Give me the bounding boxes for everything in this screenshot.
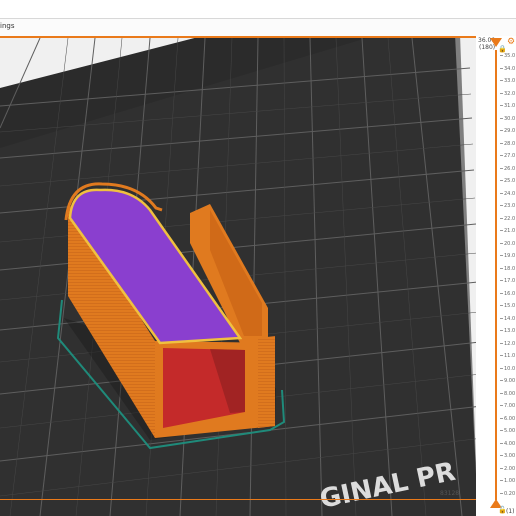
layer-tick-label: 5.00 xyxy=(500,429,515,434)
bottom-layer-number: (1) xyxy=(506,508,515,515)
layer-tick-label: 26.0 xyxy=(500,166,515,172)
layer-tick-label: 23.0 xyxy=(500,204,515,209)
layer-tick-label: 9.00 xyxy=(500,379,515,384)
layer-tick-label: 18.0 xyxy=(500,266,515,272)
vertical-layer-slider[interactable]: 36.00 (180) ⚙ 🔒 35.0 34.0 33.0 32.0 31.0 30.0… xyxy=(476,36,516,516)
layer-tick-label: 7.00 xyxy=(500,404,515,409)
layer-tick-label: 22.0 xyxy=(500,216,515,222)
layer-tick-label: 15.0 xyxy=(500,304,515,309)
horizontal-layer-slider[interactable]: 83128 xyxy=(0,490,492,516)
lock-icon[interactable]: 🔒 xyxy=(498,45,507,53)
layer-tick-label: 25.0 xyxy=(500,179,515,184)
layer-tick-label: 33.0 xyxy=(500,79,515,84)
layer-tick-label: 13.0 xyxy=(500,329,515,334)
layer-tick-label: 35.0 xyxy=(500,54,515,59)
layer-tick-label: 4.00 xyxy=(500,441,515,447)
layer-tick-label: 14.0 xyxy=(500,316,515,322)
layer-tick-label: 20.0 xyxy=(500,241,515,247)
gear-icon[interactable]: ⚙ xyxy=(507,38,515,47)
tab-settings[interactable]: ings xyxy=(0,22,14,30)
tab-strip: ings xyxy=(0,18,516,37)
layer-tick-label: 1.00 xyxy=(500,479,515,484)
layer-tick-label: 24.0 xyxy=(500,191,515,197)
layer-tick-label: 6.00 xyxy=(500,416,515,422)
layer-tick-label: 28.0 xyxy=(500,141,515,147)
3d-preview-viewport[interactable]: GINAL PR xyxy=(0,38,490,516)
layer-tick-label: 10.0 xyxy=(500,366,515,372)
layer-tick-label: 12.0 xyxy=(500,341,515,347)
horizontal-slider-track[interactable] xyxy=(0,499,480,500)
layer-tick-label: 8.00 xyxy=(500,391,515,397)
layer-tick-label: 17.0 xyxy=(500,279,515,284)
layer-tick-label: 19.0 xyxy=(500,254,515,259)
layer-ticks: 35.0 34.0 33.0 32.0 31.0 30.0 29.0 28.0 27.0 26.0… xyxy=(500,54,516,504)
vertical-slider-track[interactable] xyxy=(495,50,497,500)
layer-tick-label: 34.0 xyxy=(500,66,515,72)
horizontal-slider-value: 83128 xyxy=(440,490,460,497)
print-bed-scene: GINAL PR xyxy=(0,38,484,516)
layer-tick-label: 30.0 xyxy=(500,116,515,122)
layer-tick-label: 0.20 xyxy=(500,492,515,497)
layer-tick-label: 27.0 xyxy=(500,154,515,159)
layer-tick-label: 11.0 xyxy=(500,354,515,359)
layer-tick-label: 16.0 xyxy=(500,291,515,297)
layer-tick-label: 29.0 xyxy=(500,129,515,134)
layer-tick-label: 21.0 xyxy=(500,229,515,234)
model-right-wall xyxy=(258,336,275,428)
layer-tick-label: 2.00 xyxy=(500,466,515,472)
layer-tick-label: 32.0 xyxy=(500,91,515,97)
layer-tick-label: 31.0 xyxy=(500,104,515,109)
layer-tick-label: 3.00 xyxy=(500,454,515,459)
